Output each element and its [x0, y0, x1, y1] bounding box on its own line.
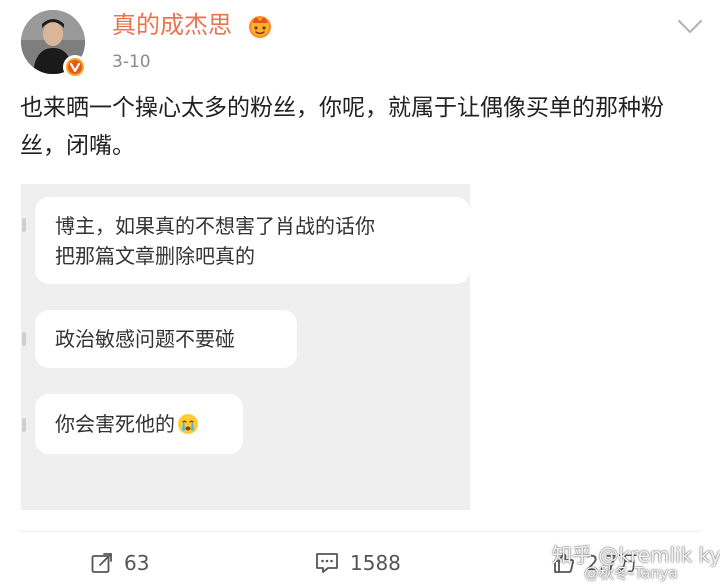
comment-icon: [314, 551, 340, 575]
chat-message-line: 把那篇文章删除吧真的: [55, 244, 255, 268]
post-text: 也来晒一个操心太多的粉丝，你呢，就属于让偶像买单的那种粉丝，闭嘴。: [20, 95, 664, 159]
chat-dot: [22, 418, 26, 432]
comment-button[interactable]: 1588: [314, 548, 401, 578]
username[interactable]: 真的成杰思: [112, 8, 232, 42]
chevron-down-icon[interactable]: [676, 18, 704, 36]
chat-bubble: 政治敏感问题不要碰: [35, 310, 297, 368]
chat-bubble: 你会害死他的: [35, 394, 243, 454]
post-header: 真的成杰思 3-10: [0, 0, 720, 88]
repost-icon: [90, 551, 114, 575]
chat-dot: [22, 332, 26, 346]
weibo-watermark: @秋冬-Tanya: [584, 564, 678, 582]
crying-face-icon: [177, 413, 199, 435]
chat-bubble: 博主，如果真的不想害了肖战的话你 把那篇文章删除吧真的: [35, 197, 470, 284]
chat-message-text: 你会害死他的: [55, 412, 175, 436]
action-bar-divider: [20, 531, 700, 532]
chat-message-line-with-emoji: 你会害死他的: [55, 409, 227, 439]
post-date: 3-10: [112, 52, 151, 72]
repost-button[interactable]: 63: [90, 548, 149, 578]
chat-message-line: 博主，如果真的不想害了肖战的话你: [55, 214, 375, 238]
chat-dot: [22, 218, 26, 232]
comment-count: 1588: [350, 551, 401, 575]
chat-message-line: 政治敏感问题不要碰: [55, 327, 235, 351]
post-image[interactable]: 博主，如果真的不想害了肖战的话你 把那篇文章删除吧真的 政治敏感问题不要碰 你会…: [21, 184, 470, 510]
repost-count: 63: [124, 551, 150, 575]
avatar-wrap[interactable]: [21, 10, 87, 79]
vip-crown-icon[interactable]: [247, 13, 273, 39]
verified-badge-icon: [63, 55, 87, 79]
